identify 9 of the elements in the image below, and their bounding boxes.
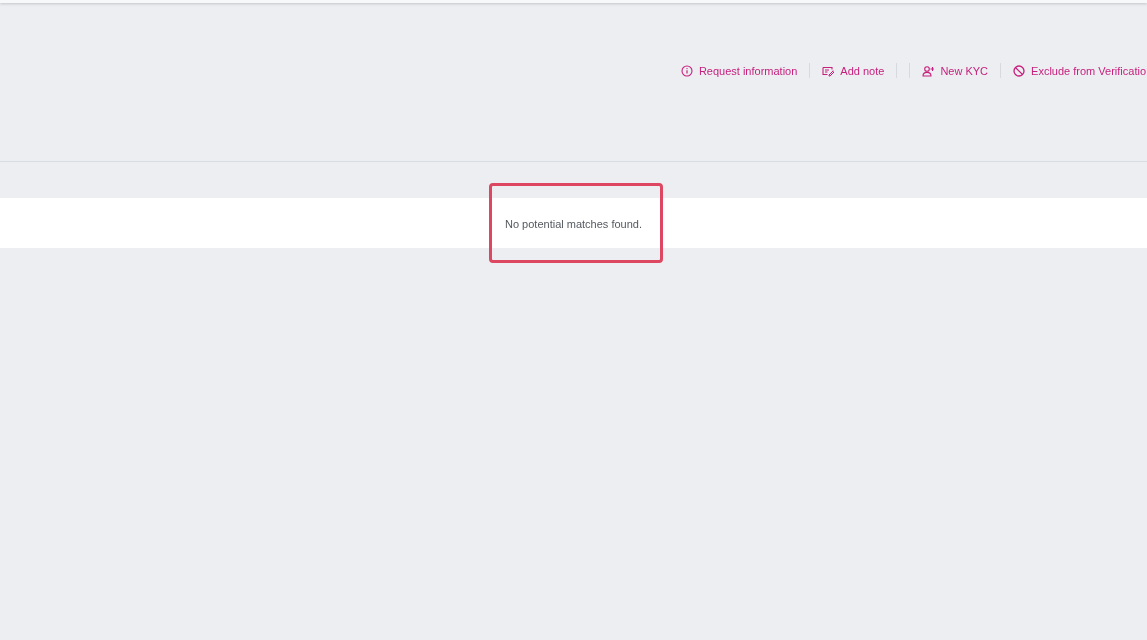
toolbar-button[interactable]: Exclude from Verificatio — [1013, 64, 1146, 77]
toolbar-button[interactable]: Add note — [822, 64, 885, 77]
empty-state-message: No potential matches found. — [505, 218, 642, 230]
toolbar-button[interactable]: New KYC — [922, 64, 989, 77]
info-icon — [680, 64, 693, 77]
ban-icon — [1013, 64, 1026, 77]
user-plus-icon — [922, 64, 935, 77]
note-pencil-icon — [822, 64, 835, 77]
toolbar-button[interactable]: Request information — [680, 64, 798, 77]
